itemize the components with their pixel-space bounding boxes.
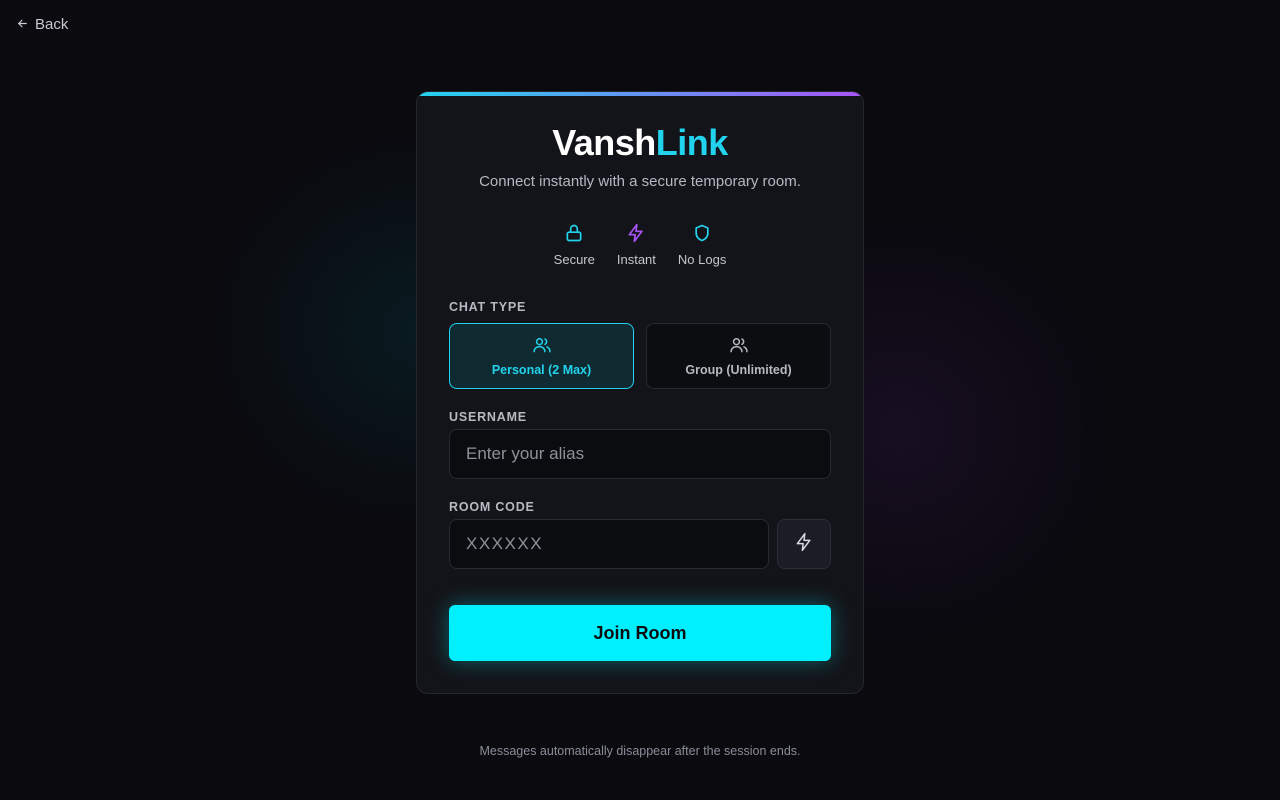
feature-list: Secure Instant No Logs <box>417 222 863 267</box>
chat-type-group-label: Group (Unlimited) <box>685 363 792 377</box>
feature-no-logs: No Logs <box>678 222 726 267</box>
page: Back VanshLink Connect instantly with a … <box>0 0 1280 800</box>
brand-logo: VanshLink <box>417 122 863 164</box>
room-code-label: ROOM CODE <box>449 500 535 514</box>
back-label: Back <box>35 16 69 33</box>
users-icon <box>729 335 749 358</box>
feature-instant: Instant <box>617 222 656 267</box>
feature-secure: Secure <box>554 222 595 267</box>
lightning-icon <box>794 532 814 557</box>
room-code-input[interactable] <box>449 519 769 569</box>
username-input[interactable] <box>449 429 831 479</box>
join-card: VanshLink Connect instantly with a secur… <box>416 91 864 694</box>
chat-type-personal-button[interactable]: Personal (2 Max) <box>449 323 634 389</box>
chat-type-personal-label: Personal (2 Max) <box>491 363 592 377</box>
generate-code-button[interactable] <box>777 519 831 569</box>
chat-type-group-button[interactable]: Group (Unlimited) <box>646 323 831 389</box>
username-label: USERNAME <box>449 410 527 424</box>
arrow-left-icon <box>16 17 29 33</box>
card-accent-bar <box>417 92 863 96</box>
feature-label: Instant <box>616 252 656 267</box>
lock-icon <box>563 222 585 244</box>
brand-name-part2: Link <box>655 122 729 163</box>
back-link[interactable]: Back <box>16 16 68 33</box>
join-room-button[interactable]: Join Room <box>449 605 831 661</box>
footer-note: Messages automatically disappear after t… <box>479 744 801 758</box>
feature-label: No Logs <box>677 252 727 267</box>
lightning-icon <box>625 222 647 244</box>
chat-type-selector: Personal (2 Max) Group (Unlimited) <box>449 323 831 389</box>
shield-icon <box>691 222 713 244</box>
users-icon <box>532 335 552 358</box>
brand-name-part1: Vansh <box>552 122 656 163</box>
feature-label: Secure <box>553 252 595 267</box>
chat-type-label: CHAT TYPE <box>449 300 527 314</box>
tagline: Connect instantly with a secure temporar… <box>479 173 801 190</box>
